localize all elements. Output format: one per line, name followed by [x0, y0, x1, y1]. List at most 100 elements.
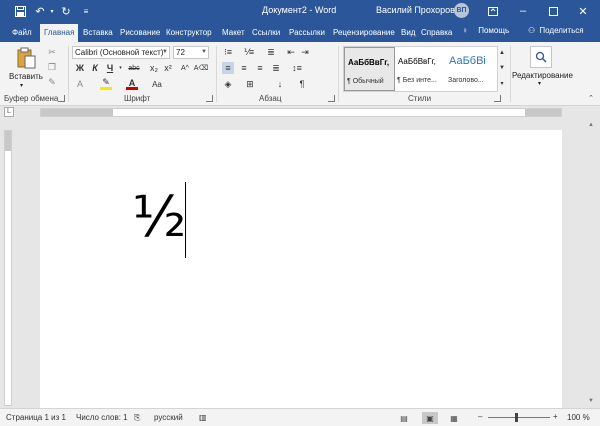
align-right-icon[interactable]: ≡: [254, 62, 266, 74]
justify-icon[interactable]: ≣: [270, 62, 282, 74]
styles-more-icon[interactable]: ▾: [498, 76, 506, 90]
font-group-label: Шрифт: [124, 94, 151, 103]
zoom-in-icon[interactable]: +: [553, 412, 558, 421]
underline-button[interactable]: Ч: [104, 62, 116, 74]
style-normal[interactable]: АаБбВвГг, ¶ Обычный: [344, 47, 395, 91]
increase-indent-icon[interactable]: ⇥: [300, 46, 310, 58]
change-case-button[interactable]: Aa: [150, 78, 164, 90]
tab-selector-icon[interactable]: L: [4, 107, 14, 117]
proofing-icon[interactable]: ⎘: [134, 413, 140, 423]
page-count[interactable]: Страница 1 из 1: [6, 413, 66, 422]
tab-home[interactable]: Главная: [40, 24, 79, 42]
align-center-icon[interactable]: ≡: [238, 62, 250, 74]
numbering-icon[interactable]: ⅟≡: [242, 46, 256, 58]
line-spacing-icon[interactable]: ↕≡: [290, 62, 304, 74]
styles-group-label: Стили: [408, 94, 432, 103]
paragraph-group-label: Абзац: [259, 94, 282, 103]
bullets-icon[interactable]: ⁝≡: [221, 46, 235, 58]
tab-mailings[interactable]: Рассылки: [285, 24, 329, 42]
style-preview: АаБбВі: [449, 55, 486, 67]
text-effects-icon[interactable]: A: [74, 78, 86, 90]
styles-scroll-down-icon[interactable]: ▼: [498, 61, 506, 75]
zoom-level[interactable]: 100 %: [567, 413, 590, 422]
tab-design[interactable]: Конструктор: [162, 24, 216, 42]
show-formatting-icon[interactable]: ¶: [296, 78, 308, 90]
chevron-down-icon[interactable]: ▾: [118, 62, 123, 74]
tab-references[interactable]: Ссылки: [248, 24, 284, 42]
document-text[interactable]: ½: [132, 190, 186, 246]
web-layout-icon[interactable]: ▦: [446, 412, 462, 424]
horizontal-ruler: L: [0, 106, 600, 118]
shading-icon[interactable]: ◈: [222, 78, 234, 90]
maximize-button[interactable]: [538, 0, 568, 22]
minimize-button[interactable]: –: [508, 0, 538, 22]
collapse-ribbon-icon[interactable]: ⌃: [586, 94, 596, 102]
avatar[interactable]: ВП: [454, 3, 469, 18]
tab-help[interactable]: Справка: [417, 24, 456, 42]
language[interactable]: русский: [154, 413, 183, 422]
style-heading-1[interactable]: АаБбВі Заголово...: [446, 47, 497, 91]
help-search[interactable]: ♀ Помощь: [462, 26, 509, 35]
ribbon-display-options-icon[interactable]: [478, 0, 508, 22]
align-left-icon[interactable]: ≡: [222, 62, 234, 74]
clipboard-launcher-icon[interactable]: [58, 95, 65, 102]
tab-draw[interactable]: Рисование: [116, 24, 164, 42]
redo-icon[interactable]: ↻: [58, 3, 74, 19]
strikethrough-button[interactable]: abc: [126, 62, 142, 74]
ruler-strip[interactable]: [40, 108, 562, 117]
styles-launcher-icon[interactable]: [494, 95, 501, 102]
tab-insert[interactable]: Вставка: [79, 24, 117, 42]
decrease-indent-icon[interactable]: ⇤: [286, 46, 296, 58]
word-count[interactable]: Число слов: 1: [76, 413, 128, 422]
bold-button[interactable]: Ж: [74, 62, 86, 74]
multilevel-list-icon[interactable]: ≣: [264, 46, 278, 58]
paste-label[interactable]: Вставить: [9, 72, 43, 81]
document-page[interactable]: ½: [40, 130, 562, 408]
print-layout-icon[interactable]: ▣: [422, 412, 438, 424]
highlight-icon[interactable]: ✎: [100, 77, 112, 90]
customize-toolbar-icon[interactable]: ≡: [78, 3, 94, 19]
vertical-scrollbar[interactable]: ▲ ▼: [584, 118, 600, 408]
zoom-out-icon[interactable]: –: [478, 412, 482, 421]
format-painter-icon[interactable]: ✎: [46, 76, 58, 88]
user-name[interactable]: Василий Прохоров: [376, 5, 455, 15]
scroll-up-icon[interactable]: ▲: [588, 122, 594, 128]
share-button[interactable]: ⚇ Поделиться: [528, 26, 584, 35]
save-icon[interactable]: [12, 3, 28, 19]
macro-icon[interactable]: ▥: [199, 413, 207, 422]
font-size-select[interactable]: 72 ▼: [173, 46, 209, 59]
paste-dropdown-icon[interactable]: ▾: [20, 82, 23, 89]
font-name-value: Calibri (Основной текст): [75, 48, 164, 57]
status-bar: Страница 1 из 1 Число слов: 1 ⎘ русский …: [0, 408, 600, 426]
borders-icon[interactable]: ⊞: [244, 78, 256, 90]
font-launcher-icon[interactable]: [206, 95, 213, 102]
subscript-button[interactable]: x₂: [148, 62, 160, 74]
clear-formatting-icon[interactable]: A⌫: [194, 62, 209, 74]
grow-font-icon[interactable]: A^: [178, 62, 192, 74]
superscript-button[interactable]: x²: [162, 62, 174, 74]
cut-icon[interactable]: ✂: [46, 46, 58, 58]
paragraph-launcher-icon[interactable]: [328, 95, 335, 102]
tab-layout[interactable]: Макет: [218, 24, 249, 42]
style-no-spacing[interactable]: АаБбВвГг, ¶ Без инте...: [395, 47, 446, 91]
zoom-slider[interactable]: [488, 417, 550, 418]
zoom-slider-thumb[interactable]: [515, 413, 518, 422]
scroll-down-icon[interactable]: ▼: [588, 398, 594, 404]
paste-icon[interactable]: [14, 46, 38, 70]
search-icon[interactable]: [530, 46, 552, 68]
tab-file[interactable]: Файл: [8, 24, 36, 42]
copy-icon[interactable]: ❐: [46, 61, 58, 73]
read-mode-icon[interactable]: ▤: [396, 412, 412, 424]
vertical-ruler-strip[interactable]: [4, 130, 12, 406]
font-color-button[interactable]: A: [126, 78, 138, 90]
editing-label[interactable]: Редактирование: [512, 71, 573, 80]
style-name: ¶ Обычный: [347, 78, 384, 85]
title-bar: ↶ ▾ ↻ ≡ Документ2 - Word Василий Прохоро…: [0, 0, 600, 22]
styles-scroll-up-icon[interactable]: ▲: [498, 46, 506, 60]
sort-icon[interactable]: ↓: [274, 78, 286, 90]
tab-review[interactable]: Рецензирование: [329, 24, 399, 42]
font-name-select[interactable]: Calibri (Основной текст) ▼: [72, 46, 170, 59]
chevron-down-icon[interactable]: ▾: [538, 80, 541, 87]
close-button[interactable]: ✕: [568, 0, 598, 22]
italic-button[interactable]: К: [89, 62, 101, 74]
